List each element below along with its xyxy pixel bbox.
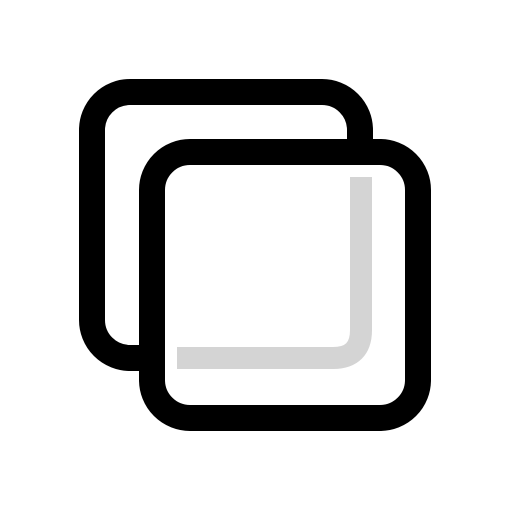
copy-windows-icon bbox=[79, 79, 431, 431]
front-window-frame bbox=[139, 139, 431, 431]
icon-canvas bbox=[0, 0, 512, 512]
